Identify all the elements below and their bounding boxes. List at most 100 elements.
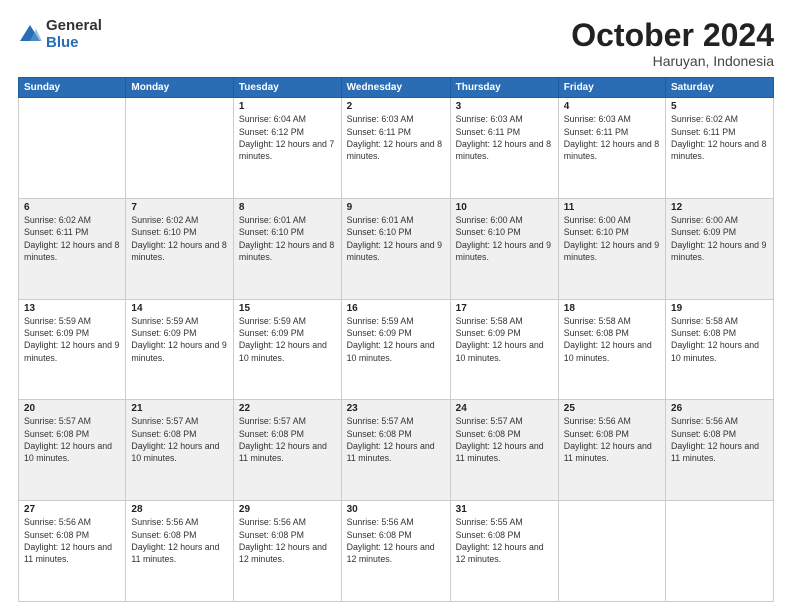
day-number-11: 11	[564, 202, 660, 213]
day-number-3: 3	[456, 101, 553, 112]
cell-w2-d0: 6Sunrise: 6:02 AM Sunset: 6:11 PM Daylig…	[19, 198, 126, 299]
week-row-1: 1Sunrise: 6:04 AM Sunset: 6:12 PM Daylig…	[19, 98, 774, 199]
day-info-20: Sunrise: 5:57 AM Sunset: 6:08 PM Dayligh…	[24, 415, 120, 464]
day-number-26: 26	[671, 403, 768, 414]
day-number-4: 4	[564, 101, 660, 112]
cell-w2-d2: 8Sunrise: 6:01 AM Sunset: 6:10 PM Daylig…	[233, 198, 341, 299]
cell-w3-d0: 13Sunrise: 5:59 AM Sunset: 6:09 PM Dayli…	[19, 299, 126, 400]
day-number-22: 22	[239, 403, 336, 414]
day-number-23: 23	[347, 403, 445, 414]
header-friday: Friday	[558, 78, 665, 98]
day-number-15: 15	[239, 303, 336, 314]
cell-w1-d0	[19, 98, 126, 199]
day-number-31: 31	[456, 504, 553, 515]
day-info-13: Sunrise: 5:59 AM Sunset: 6:09 PM Dayligh…	[24, 315, 120, 364]
day-number-25: 25	[564, 403, 660, 414]
day-info-31: Sunrise: 5:55 AM Sunset: 6:08 PM Dayligh…	[456, 516, 553, 565]
day-info-28: Sunrise: 5:56 AM Sunset: 6:08 PM Dayligh…	[131, 516, 228, 565]
week-row-2: 6Sunrise: 6:02 AM Sunset: 6:11 PM Daylig…	[19, 198, 774, 299]
cell-w1-d1	[126, 98, 234, 199]
day-number-7: 7	[131, 202, 228, 213]
logo: General Blue	[18, 18, 102, 51]
week-row-4: 20Sunrise: 5:57 AM Sunset: 6:08 PM Dayli…	[19, 400, 774, 501]
day-info-19: Sunrise: 5:58 AM Sunset: 6:08 PM Dayligh…	[671, 315, 768, 364]
cell-w3-d2: 15Sunrise: 5:59 AM Sunset: 6:09 PM Dayli…	[233, 299, 341, 400]
day-number-17: 17	[456, 303, 553, 314]
cell-w1-d6: 5Sunrise: 6:02 AM Sunset: 6:11 PM Daylig…	[666, 98, 774, 199]
cell-w1-d5: 4Sunrise: 6:03 AM Sunset: 6:11 PM Daylig…	[558, 98, 665, 199]
weekday-header-row: Sunday Monday Tuesday Wednesday Thursday…	[19, 78, 774, 98]
day-number-21: 21	[131, 403, 228, 414]
logo-icon	[18, 23, 42, 47]
cell-w5-d4: 31Sunrise: 5:55 AM Sunset: 6:08 PM Dayli…	[450, 501, 558, 602]
cell-w2-d5: 11Sunrise: 6:00 AM Sunset: 6:10 PM Dayli…	[558, 198, 665, 299]
day-info-15: Sunrise: 5:59 AM Sunset: 6:09 PM Dayligh…	[239, 315, 336, 364]
day-number-24: 24	[456, 403, 553, 414]
day-info-17: Sunrise: 5:58 AM Sunset: 6:09 PM Dayligh…	[456, 315, 553, 364]
day-number-29: 29	[239, 504, 336, 515]
logo-blue: Blue	[46, 35, 102, 52]
day-info-14: Sunrise: 5:59 AM Sunset: 6:09 PM Dayligh…	[131, 315, 228, 364]
location: Haruyan, Indonesia	[571, 53, 774, 69]
header-sunday: Sunday	[19, 78, 126, 98]
day-number-6: 6	[24, 202, 120, 213]
day-info-7: Sunrise: 6:02 AM Sunset: 6:10 PM Dayligh…	[131, 214, 228, 263]
cell-w3-d5: 18Sunrise: 5:58 AM Sunset: 6:08 PM Dayli…	[558, 299, 665, 400]
day-number-12: 12	[671, 202, 768, 213]
day-number-13: 13	[24, 303, 120, 314]
cell-w2-d3: 9Sunrise: 6:01 AM Sunset: 6:10 PM Daylig…	[341, 198, 450, 299]
cell-w5-d1: 28Sunrise: 5:56 AM Sunset: 6:08 PM Dayli…	[126, 501, 234, 602]
cell-w2-d6: 12Sunrise: 6:00 AM Sunset: 6:09 PM Dayli…	[666, 198, 774, 299]
cell-w3-d4: 17Sunrise: 5:58 AM Sunset: 6:09 PM Dayli…	[450, 299, 558, 400]
day-number-28: 28	[131, 504, 228, 515]
day-info-2: Sunrise: 6:03 AM Sunset: 6:11 PM Dayligh…	[347, 113, 445, 162]
week-row-5: 27Sunrise: 5:56 AM Sunset: 6:08 PM Dayli…	[19, 501, 774, 602]
cell-w5-d0: 27Sunrise: 5:56 AM Sunset: 6:08 PM Dayli…	[19, 501, 126, 602]
day-info-29: Sunrise: 5:56 AM Sunset: 6:08 PM Dayligh…	[239, 516, 336, 565]
page: General Blue October 2024 Haruyan, Indon…	[0, 0, 792, 612]
cell-w4-d0: 20Sunrise: 5:57 AM Sunset: 6:08 PM Dayli…	[19, 400, 126, 501]
header-thursday: Thursday	[450, 78, 558, 98]
cell-w1-d3: 2Sunrise: 6:03 AM Sunset: 6:11 PM Daylig…	[341, 98, 450, 199]
day-info-22: Sunrise: 5:57 AM Sunset: 6:08 PM Dayligh…	[239, 415, 336, 464]
day-info-25: Sunrise: 5:56 AM Sunset: 6:08 PM Dayligh…	[564, 415, 660, 464]
day-number-19: 19	[671, 303, 768, 314]
day-info-4: Sunrise: 6:03 AM Sunset: 6:11 PM Dayligh…	[564, 113, 660, 162]
day-number-16: 16	[347, 303, 445, 314]
cell-w4-d6: 26Sunrise: 5:56 AM Sunset: 6:08 PM Dayli…	[666, 400, 774, 501]
day-number-18: 18	[564, 303, 660, 314]
header-monday: Monday	[126, 78, 234, 98]
title-block: October 2024 Haruyan, Indonesia	[571, 18, 774, 69]
cell-w4-d1: 21Sunrise: 5:57 AM Sunset: 6:08 PM Dayli…	[126, 400, 234, 501]
cell-w2-d4: 10Sunrise: 6:00 AM Sunset: 6:10 PM Dayli…	[450, 198, 558, 299]
cell-w3-d3: 16Sunrise: 5:59 AM Sunset: 6:09 PM Dayli…	[341, 299, 450, 400]
day-number-20: 20	[24, 403, 120, 414]
day-info-24: Sunrise: 5:57 AM Sunset: 6:08 PM Dayligh…	[456, 415, 553, 464]
day-info-10: Sunrise: 6:00 AM Sunset: 6:10 PM Dayligh…	[456, 214, 553, 263]
day-number-5: 5	[671, 101, 768, 112]
day-info-6: Sunrise: 6:02 AM Sunset: 6:11 PM Dayligh…	[24, 214, 120, 263]
day-number-30: 30	[347, 504, 445, 515]
day-number-2: 2	[347, 101, 445, 112]
day-info-1: Sunrise: 6:04 AM Sunset: 6:12 PM Dayligh…	[239, 113, 336, 162]
day-number-1: 1	[239, 101, 336, 112]
day-info-3: Sunrise: 6:03 AM Sunset: 6:11 PM Dayligh…	[456, 113, 553, 162]
cell-w4-d5: 25Sunrise: 5:56 AM Sunset: 6:08 PM Dayli…	[558, 400, 665, 501]
cell-w5-d5	[558, 501, 665, 602]
cell-w1-d2: 1Sunrise: 6:04 AM Sunset: 6:12 PM Daylig…	[233, 98, 341, 199]
header-wednesday: Wednesday	[341, 78, 450, 98]
header: General Blue October 2024 Haruyan, Indon…	[18, 18, 774, 69]
cell-w2-d1: 7Sunrise: 6:02 AM Sunset: 6:10 PM Daylig…	[126, 198, 234, 299]
cell-w4-d2: 22Sunrise: 5:57 AM Sunset: 6:08 PM Dayli…	[233, 400, 341, 501]
day-number-9: 9	[347, 202, 445, 213]
cell-w4-d4: 24Sunrise: 5:57 AM Sunset: 6:08 PM Dayli…	[450, 400, 558, 501]
day-number-10: 10	[456, 202, 553, 213]
header-tuesday: Tuesday	[233, 78, 341, 98]
day-info-16: Sunrise: 5:59 AM Sunset: 6:09 PM Dayligh…	[347, 315, 445, 364]
cell-w3-d1: 14Sunrise: 5:59 AM Sunset: 6:09 PM Dayli…	[126, 299, 234, 400]
day-info-18: Sunrise: 5:58 AM Sunset: 6:08 PM Dayligh…	[564, 315, 660, 364]
header-saturday: Saturday	[666, 78, 774, 98]
day-info-9: Sunrise: 6:01 AM Sunset: 6:10 PM Dayligh…	[347, 214, 445, 263]
cell-w5-d6	[666, 501, 774, 602]
logo-general: General	[46, 18, 102, 35]
